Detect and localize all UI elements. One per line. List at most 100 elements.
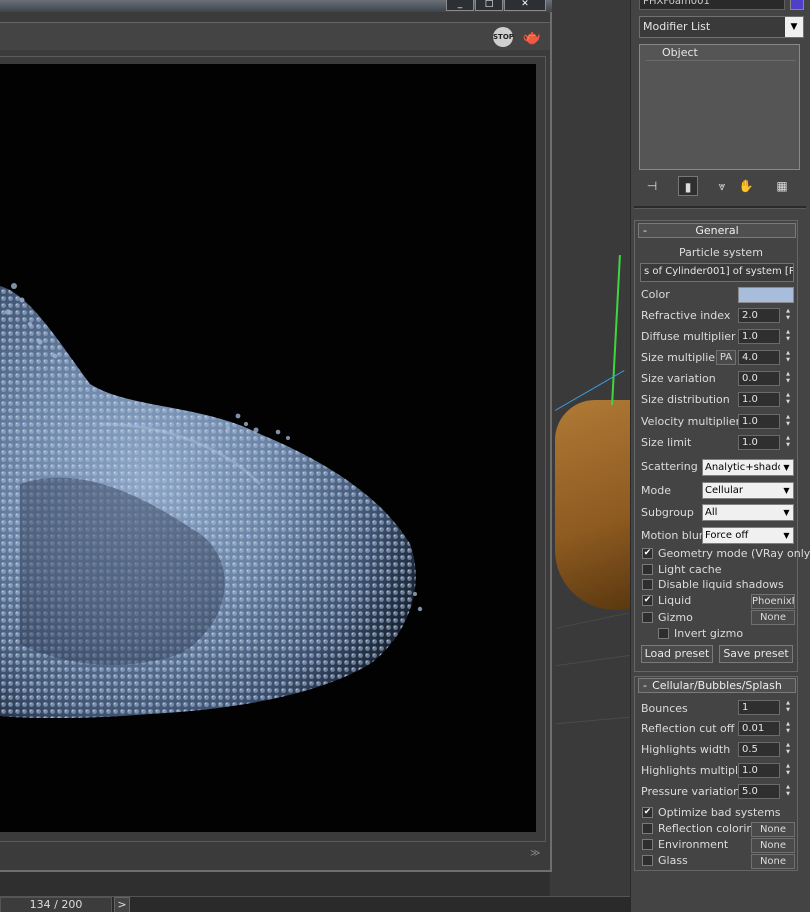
size-distribution-spinner[interactable]: ▲ ▼ bbox=[783, 392, 793, 407]
panel-separator bbox=[634, 206, 806, 209]
gizmo-label: Gizmo bbox=[658, 611, 693, 624]
refractive-index-spinner[interactable]: ▲ ▼ bbox=[783, 308, 793, 323]
size-distribution-label: Size distribution bbox=[641, 393, 730, 406]
pin-stack-icon[interactable]: ⊣ bbox=[642, 176, 662, 196]
pressure-variation-label: Pressure variation bbox=[641, 785, 741, 798]
cellular-rollout-header[interactable]: - Cellular/Bubbles/Splash bbox=[638, 678, 796, 693]
highlights-width-input[interactable]: 0.5 bbox=[738, 742, 780, 757]
liquid-pick-button[interactable]: PhoenixFDG bbox=[751, 594, 795, 609]
size-multiplier-input[interactable]: 4.0 bbox=[738, 350, 780, 365]
time-slider-frame[interactable]: 134 / 200 bbox=[0, 897, 112, 912]
velocity-multiplier-spinner[interactable]: ▲ ▼ bbox=[783, 414, 793, 429]
show-end-result-icon[interactable]: ▮ bbox=[678, 176, 698, 196]
environment-pick-button[interactable]: None bbox=[751, 838, 795, 853]
color-label: Color bbox=[641, 288, 670, 301]
chevron-down-icon: ▼ bbox=[780, 483, 793, 498]
status-bar: 134 / 200 > bbox=[0, 896, 630, 912]
reflection-coloring-label: Reflection coloring bbox=[658, 822, 761, 835]
render-toolbar: STOP 🫖 bbox=[0, 22, 550, 50]
motion-blur-dropdown[interactable]: Force off ▼ bbox=[702, 527, 794, 544]
resize-grip-icon[interactable]: ≫ bbox=[530, 848, 540, 859]
object-color-swatch[interactable] bbox=[790, 0, 804, 10]
disable-liquid-shadows-checkbox[interactable] bbox=[642, 579, 653, 590]
save-preset-button[interactable]: Save preset bbox=[719, 645, 793, 663]
size-limit-spinner[interactable]: ▲ ▼ bbox=[783, 435, 793, 450]
liquid-checkbox[interactable]: ✔ bbox=[642, 595, 653, 606]
size-variation-spinner[interactable]: ▲ ▼ bbox=[783, 371, 793, 386]
remove-modifier-icon[interactable]: ✋ bbox=[736, 176, 756, 196]
mode-dropdown[interactable]: Cellular ▼ bbox=[702, 482, 794, 499]
highlights-multiplier-label: Highlights multiplier bbox=[641, 764, 753, 777]
load-preset-button[interactable]: Load preset bbox=[641, 645, 713, 663]
scattering-label: Scattering bbox=[641, 460, 698, 473]
modifier-stack[interactable]: Object bbox=[639, 44, 800, 170]
optimize-bad-systems-checkbox[interactable]: ✔ bbox=[642, 807, 653, 818]
velocity-multiplier-input[interactable]: 1.0 bbox=[738, 414, 780, 429]
particle-color-swatch[interactable] bbox=[738, 287, 794, 303]
size-variation-input[interactable]: 0.0 bbox=[738, 371, 780, 386]
stack-toolbar: ⊣ ▮ ⩔ ✋ ▦ bbox=[636, 174, 806, 198]
particle-system-field[interactable]: s of Cylinder001] of system [Phoe bbox=[640, 263, 794, 282]
minimize-button[interactable]: _ bbox=[446, 0, 474, 11]
glass-checkbox[interactable] bbox=[642, 855, 653, 866]
size-variation-label: Size variation bbox=[641, 372, 716, 385]
highlights-multiplier-spinner[interactable]: ▲ ▼ bbox=[783, 763, 793, 778]
size-multiplier-spinner[interactable]: ▲ ▼ bbox=[783, 350, 793, 365]
chevron-down-icon: ▼ bbox=[780, 460, 793, 475]
reflection-coloring-checkbox[interactable] bbox=[642, 823, 653, 834]
collapse-icon: - bbox=[643, 224, 647, 237]
highlights-multiplier-input[interactable]: 1.0 bbox=[738, 763, 780, 778]
next-frame-button[interactable]: > bbox=[114, 897, 130, 912]
geometry-mode-checkbox[interactable]: ✔ bbox=[642, 548, 653, 559]
optimize-bad-systems-label: Optimize bad systems bbox=[658, 806, 781, 819]
size-multiplier-pa-button[interactable]: PA bbox=[716, 350, 736, 365]
diffuse-multiplier-spinner[interactable]: ▲ ▼ bbox=[783, 329, 793, 344]
render-canvas[interactable] bbox=[0, 64, 536, 832]
highlights-width-label: Highlights width bbox=[641, 743, 731, 756]
stop-render-icon[interactable]: STOP bbox=[493, 27, 514, 47]
scattering-dropdown[interactable]: Analytic+shadows ▼ bbox=[702, 459, 794, 476]
pressure-variation-spinner[interactable]: ▲ ▼ bbox=[783, 784, 793, 799]
chevron-down-icon[interactable]: ▼ bbox=[785, 17, 803, 37]
gizmo-pick-button[interactable]: None bbox=[751, 610, 795, 625]
gizmo-checkbox[interactable] bbox=[642, 612, 653, 623]
window-controls: _ □ ✕ bbox=[445, 0, 546, 11]
mode-value: Cellular bbox=[705, 485, 744, 496]
environment-checkbox[interactable] bbox=[642, 839, 653, 850]
window-title-bar[interactable]: _ □ ✕ bbox=[0, 0, 552, 12]
subgroup-label: Subgroup bbox=[641, 506, 694, 519]
close-button[interactable]: ✕ bbox=[504, 0, 546, 11]
bounces-input[interactable]: 1 bbox=[738, 700, 780, 715]
chevron-down-icon: ▼ bbox=[780, 528, 793, 543]
cellular-rollout-title: Cellular/Bubbles/Splash bbox=[652, 679, 782, 692]
subgroup-dropdown[interactable]: All ▼ bbox=[702, 504, 794, 521]
bounces-spinner[interactable]: ▲ ▼ bbox=[783, 700, 793, 715]
invert-gizmo-checkbox[interactable] bbox=[658, 628, 669, 639]
maximize-button[interactable]: □ bbox=[475, 0, 503, 11]
stack-item-object[interactable]: Object bbox=[646, 46, 796, 61]
general-rollout-header[interactable]: - General bbox=[638, 223, 796, 238]
highlights-width-spinner[interactable]: ▲ ▼ bbox=[783, 742, 793, 757]
size-distribution-input[interactable]: 1.0 bbox=[738, 392, 780, 407]
liquid-label: Liquid bbox=[658, 594, 692, 607]
refractive-index-input[interactable]: 2.0 bbox=[738, 308, 780, 323]
motion-blur-value: Force off bbox=[705, 530, 749, 541]
reflection-coloring-pick-button[interactable]: None bbox=[751, 822, 795, 837]
light-cache-checkbox[interactable] bbox=[642, 564, 653, 575]
glass-pick-button[interactable]: None bbox=[751, 854, 795, 869]
teapot-render-icon[interactable]: 🫖 bbox=[522, 27, 542, 47]
render-frame-window: _ □ ✕ STOP 🫖 ≫ bbox=[0, 0, 552, 872]
refractive-index-label: Refractive index bbox=[641, 309, 731, 322]
viewport-container-object[interactable] bbox=[555, 400, 630, 610]
reflection-cut-off-input[interactable]: 0.01 bbox=[738, 721, 780, 736]
modifier-list-dropdown[interactable]: Modifier List ▼ bbox=[639, 16, 804, 38]
object-name-field[interactable]: PHXFoam001 bbox=[639, 0, 785, 10]
bounces-label: Bounces bbox=[641, 702, 688, 715]
reflection-cut-off-spinner[interactable]: ▲ ▼ bbox=[783, 721, 793, 736]
size-limit-input[interactable]: 1.0 bbox=[738, 435, 780, 450]
configure-modifier-sets-icon[interactable]: ▦ bbox=[772, 176, 792, 196]
diffuse-multiplier-input[interactable]: 1.0 bbox=[738, 329, 780, 344]
subgroup-value: All bbox=[705, 507, 718, 518]
make-unique-icon[interactable]: ⩔ bbox=[712, 176, 732, 196]
pressure-variation-input[interactable]: 5.0 bbox=[738, 784, 780, 799]
